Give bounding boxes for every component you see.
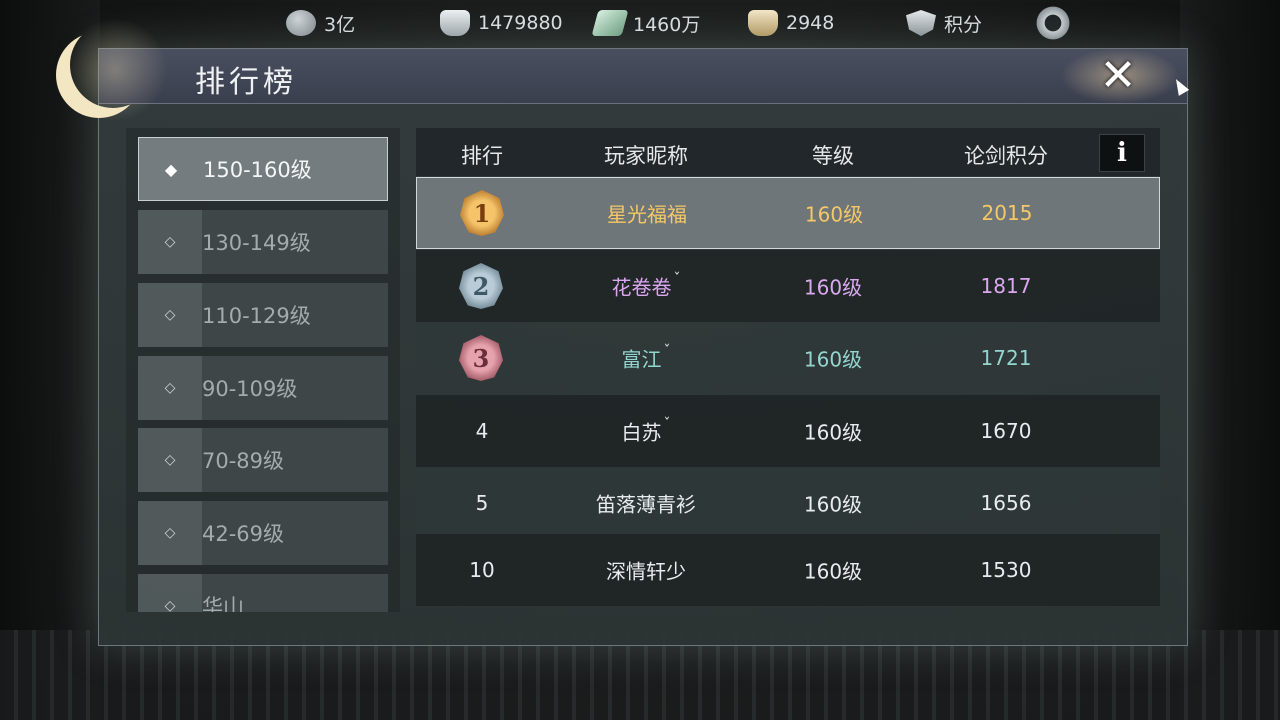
player-rank: 5 — [475, 491, 489, 515]
player-name: 白苏 ˇ — [621, 416, 671, 445]
resource-coin-value: 3亿 — [324, 13, 356, 36]
player-rank: 4 — [475, 419, 489, 443]
player-score: 1721 — [980, 346, 1032, 370]
player-name: 富江 ˇ — [621, 343, 671, 372]
player-name: 笛落薄青衫 — [596, 492, 696, 517]
table-row[interactable]: 5 笛落薄青衫 160级 1656 — [416, 467, 1160, 539]
table-row[interactable]: 1 星光福福 160级 2015 — [416, 177, 1160, 249]
close-button[interactable]: ✕ — [1090, 50, 1146, 101]
gear-icon[interactable] — [1034, 4, 1072, 42]
player-level: 160级 — [803, 420, 863, 445]
player-name: 花卷卷 ˇ — [611, 271, 681, 300]
shield-icon — [906, 10, 936, 36]
header-rank: 排行 — [461, 144, 503, 168]
player-rank: 10 — [469, 558, 495, 582]
player-name: 星光福福 — [607, 202, 687, 227]
player-level: 160级 — [803, 492, 863, 517]
category-label: 华山 — [202, 595, 244, 612]
resource-points[interactable]: 积分 — [906, 8, 982, 38]
diamond-icon: ◆ — [164, 159, 178, 179]
category-130-149[interactable]: ◇ 130-149级 — [138, 210, 388, 274]
player-score: 1656 — [980, 491, 1032, 515]
category-150-160[interactable]: ◆ 150-160级 — [138, 137, 388, 201]
silver-ingot-icon — [440, 10, 470, 36]
player-score: 1530 — [980, 558, 1032, 582]
tag-icon: ˇ — [663, 416, 671, 433]
resource-silver: 1479880 — [440, 8, 563, 38]
diamond-outline-icon: ◇ — [164, 380, 176, 396]
table-row[interactable]: 3 富江 ˇ 160级 1721 — [416, 322, 1160, 394]
player-level: 160级 — [803, 275, 863, 300]
diamond-outline-icon: ◇ — [164, 452, 176, 468]
ranking-table: 排行 玩家昵称 等级 论剑积分 i 1 星光福福 160级 2015 2 花卷卷… — [416, 128, 1160, 612]
category-list[interactable]: ◆ 150-160级 ◇ 130-149级 ◇ 110-129级 ◇ 90-10… — [126, 128, 400, 612]
panel-title: 排行榜 — [195, 65, 297, 100]
category-huashan[interactable]: ◇ 华山 — [138, 574, 388, 612]
moon-icon — [70, 22, 156, 108]
player-name: 深情轩少 — [606, 559, 686, 584]
panel-header: 排行榜 — [99, 49, 1187, 104]
player-level: 160级 — [803, 559, 863, 584]
resource-jade-value: 1460万 — [633, 13, 701, 36]
header-score: 论剑积分 — [964, 144, 1048, 168]
table-row[interactable]: 2 花卷卷 ˇ 160级 1817 — [416, 250, 1160, 322]
info-button[interactable]: i — [1099, 134, 1145, 172]
resource-gold: 2948 — [748, 8, 834, 38]
category-label: 90-109级 — [202, 377, 298, 401]
jade-icon — [591, 10, 629, 36]
background-right — [1180, 0, 1280, 720]
category-90-109[interactable]: ◇ 90-109级 — [138, 356, 388, 420]
category-42-69[interactable]: ◇ 42-69级 — [138, 501, 388, 565]
table-row[interactable]: 10 深情轩少 160级 1530 — [416, 534, 1160, 606]
resource-points-label: 积分 — [944, 13, 983, 36]
category-label: 150-160级 — [203, 158, 312, 182]
resource-jade: 1460万 — [591, 8, 701, 38]
category-label: 42-69级 — [202, 522, 285, 546]
bronze-medal-icon: 3 — [459, 335, 503, 381]
coin-icon — [286, 10, 316, 36]
player-score: 1670 — [980, 419, 1032, 443]
player-score: 2015 — [981, 201, 1033, 225]
category-70-89[interactable]: ◇ 70-89级 — [138, 428, 388, 492]
gold-ingot-icon — [748, 10, 778, 36]
player-level: 160级 — [804, 202, 864, 227]
player-level: 160级 — [803, 347, 863, 372]
resource-coin: 3亿 — [286, 8, 355, 38]
category-label: 70-89级 — [202, 449, 285, 473]
resource-silver-value: 1479880 — [478, 12, 563, 34]
table-header: 排行 玩家昵称 等级 论剑积分 i — [416, 128, 1160, 176]
category-110-129[interactable]: ◇ 110-129级 — [138, 283, 388, 347]
player-score: 1817 — [980, 274, 1032, 298]
header-level: 等级 — [812, 144, 854, 168]
diamond-outline-icon: ◇ — [164, 307, 176, 323]
tag-icon: ˇ — [663, 343, 671, 360]
table-row[interactable]: 4 白苏 ˇ 160级 1670 — [416, 395, 1160, 467]
tag-icon: ˇ — [673, 271, 681, 288]
header-name: 玩家昵称 — [604, 144, 688, 168]
resource-bar: 3亿 1479880 1460万 2948 积分 — [0, 0, 1280, 46]
category-label: 130-149级 — [202, 231, 311, 255]
diamond-outline-icon: ◇ — [164, 525, 176, 541]
diamond-outline-icon: ◇ — [164, 234, 176, 250]
category-label: 110-129级 — [202, 304, 311, 328]
gold-medal-icon: 1 — [460, 190, 504, 236]
silver-medal-icon: 2 — [459, 263, 503, 309]
resource-gold-value: 2948 — [786, 12, 835, 34]
diamond-outline-icon: ◇ — [164, 598, 176, 612]
